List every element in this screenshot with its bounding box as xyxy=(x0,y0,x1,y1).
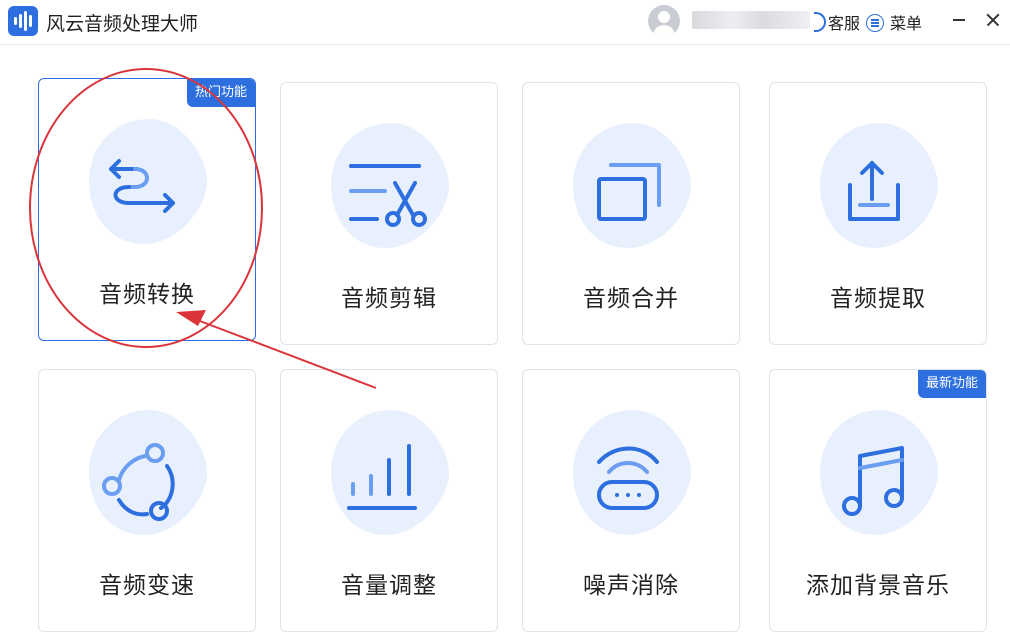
customer-service-label: 客服 xyxy=(828,14,861,33)
card-label: 音频合并 xyxy=(583,286,679,312)
user-avatar[interactable] xyxy=(648,5,680,37)
list-icon xyxy=(866,14,884,32)
menu-label: 菜单 xyxy=(890,14,923,33)
card-noise-remove[interactable]: 噪声消除 xyxy=(522,369,740,632)
card-audio-convert[interactable]: 热门功能 音频转换 xyxy=(38,78,256,341)
close-button[interactable] xyxy=(982,8,1004,32)
card-label: 添加背景音乐 xyxy=(806,573,950,599)
card-add-bgm[interactable]: 最新功能 添加背景音乐 xyxy=(769,369,987,632)
username-blurred[interactable] xyxy=(692,11,810,29)
convert-arrows-icon xyxy=(89,119,209,244)
new-feature-badge: 最新功能 xyxy=(917,370,986,398)
headset-icon xyxy=(814,12,826,32)
card-label: 噪声消除 xyxy=(583,573,679,599)
menu-button[interactable]: 菜单 xyxy=(866,10,922,34)
app-title: 风云音频处理大师 xyxy=(46,13,199,35)
card-audio-extract[interactable]: 音频提取 xyxy=(769,82,987,345)
card-label: 音频转换 xyxy=(99,282,195,308)
speed-circle-icon xyxy=(89,410,209,535)
merge-windows-icon xyxy=(573,123,693,248)
card-volume-adjust[interactable]: 音量调整 xyxy=(280,369,498,632)
card-audio-merge[interactable]: 音频合并 xyxy=(522,82,740,345)
card-label: 音量调整 xyxy=(341,573,437,599)
card-label: 音频剪辑 xyxy=(341,286,437,312)
scissors-icon xyxy=(331,123,451,248)
card-label: 音频提取 xyxy=(830,286,926,312)
upload-tray-icon xyxy=(820,123,940,248)
noise-router-icon xyxy=(573,410,693,535)
card-audio-edit[interactable]: 音频剪辑 xyxy=(280,82,498,345)
card-label: 音频变速 xyxy=(99,573,195,599)
title-bar: 风云音频处理大师 客服 菜单 xyxy=(0,0,1010,45)
app-logo-icon xyxy=(8,6,38,36)
music-note-icon xyxy=(820,410,940,535)
hot-feature-badge: 热门功能 xyxy=(186,79,255,107)
card-audio-speed[interactable]: 音频变速 xyxy=(38,369,256,632)
minimize-button[interactable] xyxy=(948,8,970,32)
customer-service-button[interactable]: 客服 xyxy=(814,10,860,34)
volume-bars-icon xyxy=(331,410,451,535)
